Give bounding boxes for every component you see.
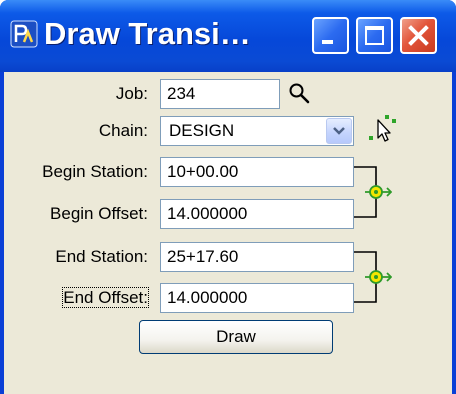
- app-icon: [10, 20, 38, 48]
- dialog-window: Draw Transi… Job: Chain:: [0, 0, 456, 394]
- begin-station-input[interactable]: [160, 157, 354, 187]
- begin-offset-input[interactable]: [160, 199, 354, 229]
- end-station-input[interactable]: [160, 242, 354, 272]
- chain-dropdown-button[interactable]: [326, 118, 352, 144]
- window-title: Draw Transi…: [44, 16, 251, 51]
- link-lock-icon[interactable]: [364, 265, 392, 289]
- job-input[interactable]: [160, 79, 280, 109]
- job-label: Job:: [115, 84, 148, 103]
- chain-label: Chain:: [98, 121, 148, 140]
- draw-button[interactable]: Draw: [139, 320, 333, 354]
- maximize-icon: [365, 26, 384, 45]
- search-icon[interactable]: [288, 82, 310, 104]
- chain-select-value: DESIGN: [169, 121, 235, 140]
- chain-select[interactable]: DESIGN: [160, 116, 354, 146]
- pick-element-cursor-icon[interactable]: [368, 114, 400, 146]
- minimize-icon: [322, 40, 333, 44]
- minimize-button[interactable]: [312, 17, 349, 54]
- link-lock-icon[interactable]: [364, 180, 392, 204]
- end-offset-label: End Offset:: [62, 287, 149, 308]
- begin-station-label: Begin Station:: [42, 162, 148, 181]
- chevron-down-icon: [333, 127, 345, 135]
- dialog-body: Job: Chain: DESIGN Begin Station: Begin: [4, 72, 452, 394]
- maximize-button[interactable]: [356, 17, 393, 54]
- begin-offset-label: Begin Offset:: [50, 204, 148, 223]
- end-station-label: End Station:: [55, 247, 148, 266]
- close-button[interactable]: [400, 17, 437, 54]
- end-offset-input[interactable]: [160, 283, 354, 313]
- title-bar[interactable]: Draw Transi…: [0, 0, 456, 72]
- close-icon: [408, 25, 429, 46]
